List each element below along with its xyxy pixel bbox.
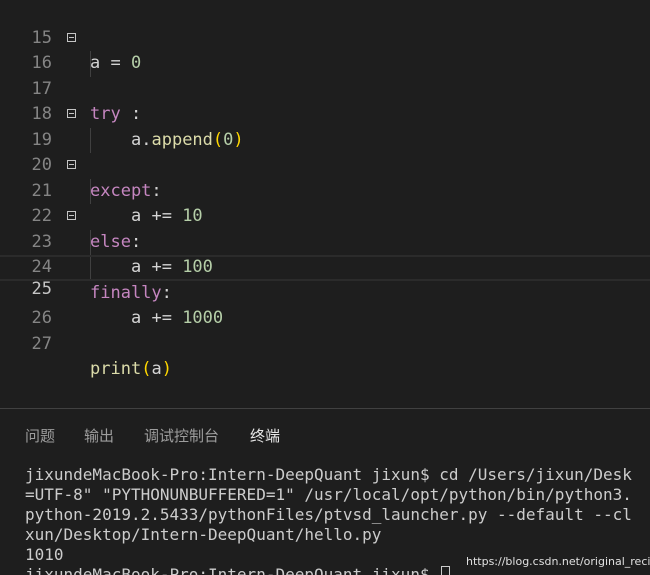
code-line[interactable]: 21 else: (0, 153, 650, 252)
tab-debug-console[interactable]: 调试控制台 (144, 425, 219, 446)
terminal-line: 1010 (25, 545, 64, 564)
indent-guide (90, 229, 91, 255)
indent-guide (90, 257, 91, 279)
line-number: 27 (31, 333, 52, 354)
code-line[interactable]: 26 (0, 281, 650, 328)
tab-terminal[interactable]: 终端 (250, 425, 280, 446)
fold-toggle-icon[interactable] (67, 211, 76, 220)
tab-problems[interactable]: 问题 (25, 425, 55, 446)
indent-guide (90, 127, 91, 153)
code-token: ) (161, 359, 172, 379)
code-line-current[interactable]: 25 (0, 255, 650, 299)
terminal-line: python-2019.2.5433/pythonFiles/ptvsd_lau… (25, 505, 632, 524)
code-token: ( (141, 359, 152, 379)
indent-guide (90, 178, 91, 204)
code-editor[interactable]: 15 a = 0 16 try : 17 a.append(0) 18 19 e… (0, 0, 650, 408)
terminal-cursor (441, 566, 451, 575)
panel-tabs: 问题 输出 调试控制台 终端 (0, 409, 650, 459)
terminal-line: xun/Desktop/Intern-DeepQuant/hello.py (25, 525, 382, 544)
code-token: print (90, 359, 142, 379)
tab-output[interactable]: 输出 (84, 425, 114, 446)
code-token: a (151, 359, 162, 379)
code-line[interactable]: 22 a += 100 (0, 178, 650, 277)
code-line[interactable]: 15 a = 0 (0, 0, 650, 74)
code-line[interactable]: 17 a.append(0) (0, 51, 650, 150)
terminal-line: =UTF-8" "PYTHONUNBUFFERED=1" /usr/local/… (25, 485, 632, 504)
bottom-panel: 问题 输出 调试控制台 终端 jixundeMacBook-Pro:Intern… (0, 409, 650, 575)
code-line[interactable]: 24 a += 1000 (0, 229, 650, 328)
terminal-prompt: jixundeMacBook-Pro:Intern-DeepQuant jixu… (25, 565, 440, 575)
terminal-prompt-line[interactable]: jixundeMacBook-Pro:Intern-DeepQuant jixu… (25, 565, 451, 575)
code-line[interactable]: 18 (0, 77, 650, 124)
code-line[interactable]: 16 try : (0, 26, 650, 124)
code-line[interactable]: 27 print(a) (0, 306, 650, 380)
terminal-line: jixundeMacBook-Pro:Intern-DeepQuant jixu… (25, 465, 632, 484)
code-line[interactable]: 19 except: (0, 102, 650, 201)
code-text[interactable]: print(a) (90, 357, 172, 383)
fold-toggle-icon[interactable] (67, 32, 76, 42)
indent-guide (90, 51, 91, 77)
fold-toggle-icon[interactable] (67, 109, 76, 118)
fold-toggle-icon[interactable] (67, 160, 76, 169)
watermark-text: https://blog.csdn.net/original_recipe (466, 555, 650, 568)
code-line[interactable]: 23 finally: (0, 204, 650, 303)
code-line[interactable]: 20 a += 10 (0, 127, 650, 226)
